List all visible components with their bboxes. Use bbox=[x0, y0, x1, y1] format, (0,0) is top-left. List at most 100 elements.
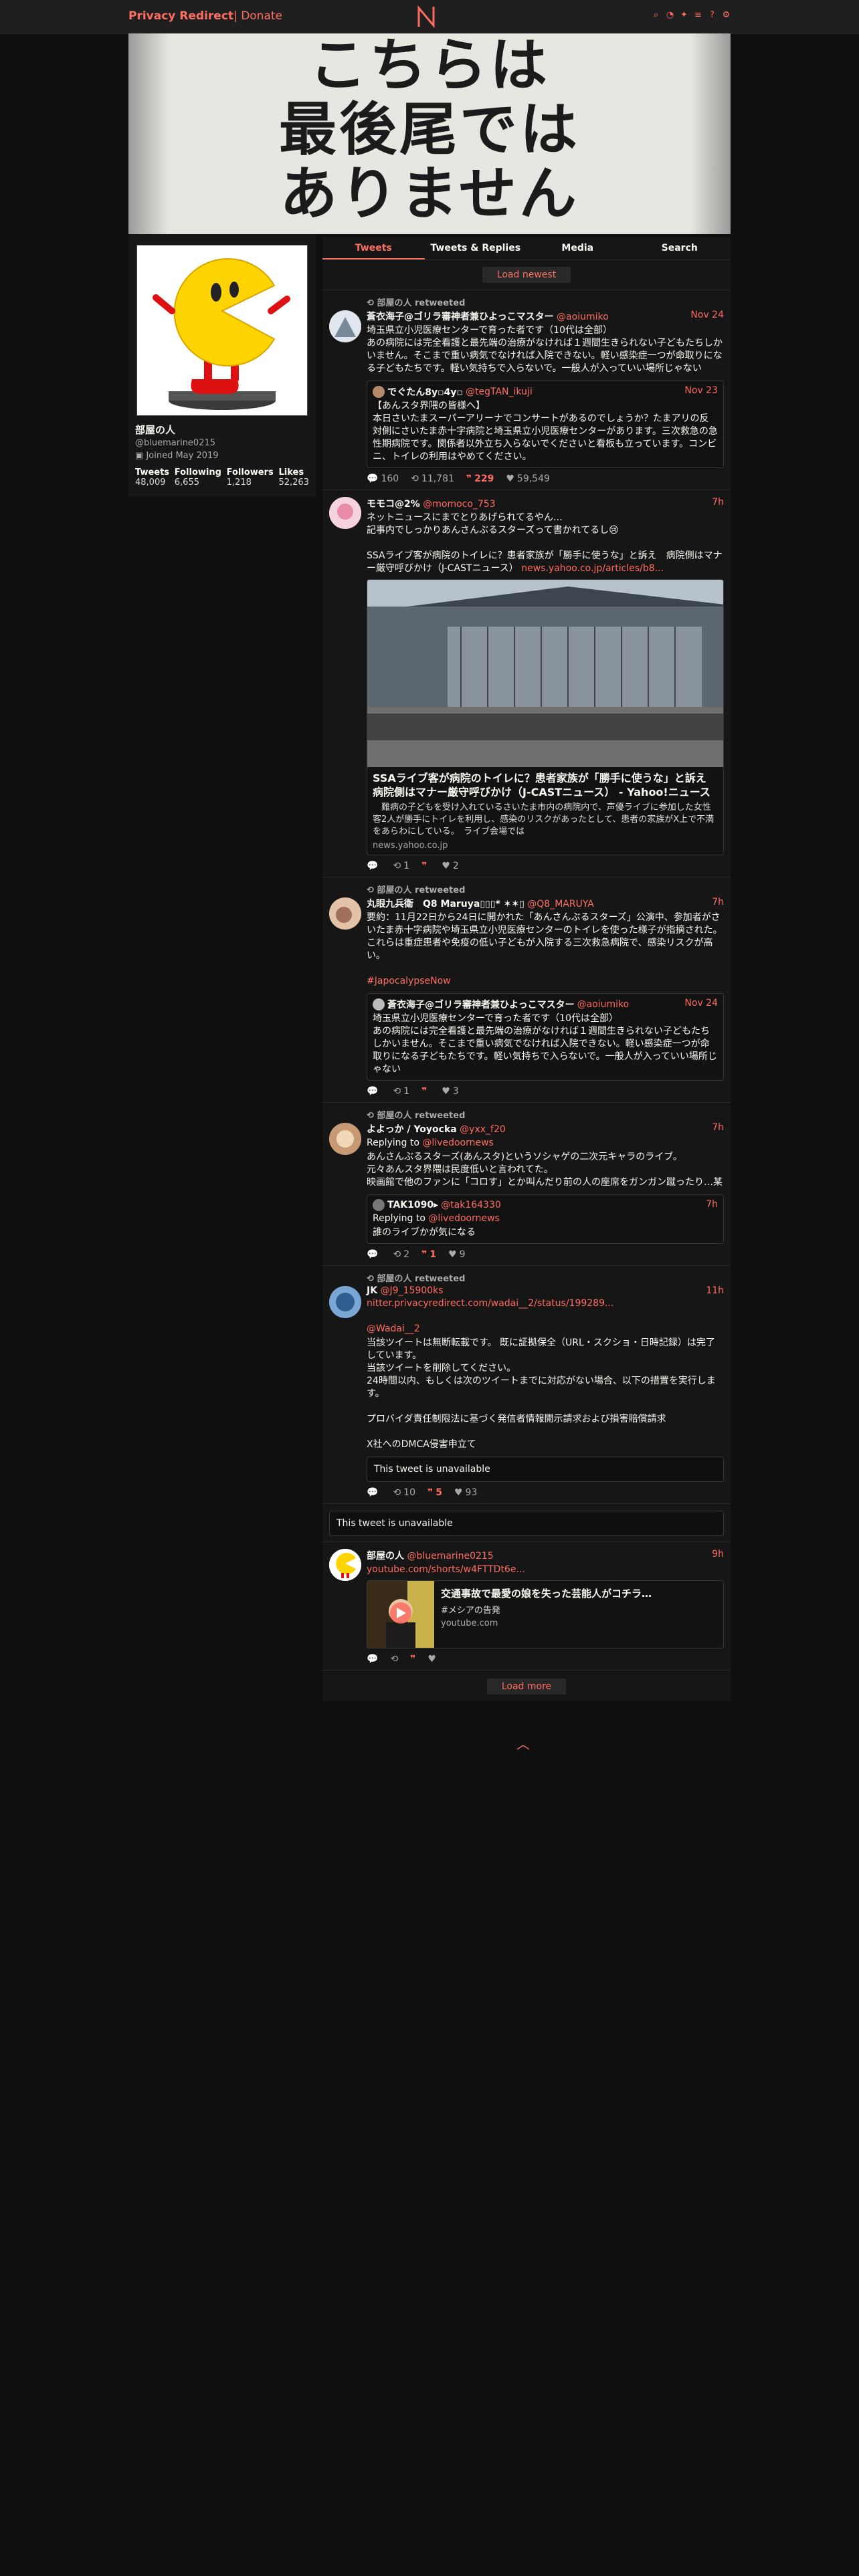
card-title[interactable]: SSAライブ客が病院のトイレに？患者家族が「勝手に使うな」と訴え 病院側はマナー… bbox=[367, 767, 723, 799]
replies-stat[interactable]: 💬 160 bbox=[367, 473, 399, 484]
tweet-avatar[interactable] bbox=[329, 497, 361, 529]
nitter-logo-icon[interactable] bbox=[416, 5, 436, 28]
tweet-fullname[interactable]: よよっか / Yoyocka bbox=[367, 1124, 457, 1135]
search-icon[interactable]: ⌕ bbox=[652, 11, 660, 20]
tweet-item[interactable]: ⟲ 部屋の人 retweeted JK @J9_15900ks 11h nitt… bbox=[322, 1266, 731, 1504]
tweet-date[interactable]: 7h bbox=[712, 897, 724, 910]
tweet-item[interactable]: ⟲ 部屋の人 retweeted よよっか / Yoyocka @yxx_f20… bbox=[322, 1103, 731, 1266]
tab-tweets-replies[interactable]: Tweets & Replies bbox=[425, 237, 527, 259]
tweet-username[interactable]: @Q8_MARUYA bbox=[527, 899, 594, 909]
quote-fullname[interactable]: でぐたん8y▫4y▫ bbox=[387, 385, 463, 399]
youtube-title[interactable]: 交通事故で最愛の娘を失った芸能人がコチラ… bbox=[441, 1586, 652, 1600]
list-icon[interactable]: ≡ bbox=[694, 11, 702, 20]
tweet-item[interactable]: ⟲ 部屋の人 retweeted 蒼衣海子@ゴリラ審神者兼ひよっこマスター @a… bbox=[322, 290, 731, 490]
load-newest-button[interactable]: Load newest bbox=[482, 267, 571, 283]
tweet-date[interactable]: 7h bbox=[712, 497, 724, 510]
scroll-top-arrow-icon[interactable]: ︿ bbox=[516, 1733, 530, 1753]
stat-followers[interactable]: Followers 1,218 bbox=[227, 467, 274, 488]
tweet-username[interactable]: @momoco_753 bbox=[423, 499, 495, 510]
tab-media[interactable]: Media bbox=[527, 237, 629, 259]
retweets-stat[interactable]: ⟲ bbox=[390, 1654, 398, 1665]
tweet-username[interactable]: @bluemarine0215 bbox=[407, 1551, 493, 1562]
quotes-stat[interactable]: ❞ 229 bbox=[466, 473, 494, 484]
tweet-avatar[interactable] bbox=[329, 1123, 361, 1155]
tweet-item[interactable]: モモコ@2% @momoco_753 7h ネットニュースにまでとりあげられてる… bbox=[322, 490, 731, 877]
replies-stat[interactable]: 💬 bbox=[367, 861, 381, 871]
tweet-username[interactable]: @J9_15900ks bbox=[381, 1285, 444, 1296]
tweet-date[interactable]: 11h bbox=[706, 1285, 724, 1296]
quote-date[interactable]: Nov 23 bbox=[684, 385, 718, 399]
quote-fullname[interactable]: TAK1090▸ bbox=[387, 1200, 438, 1210]
quotes-stat[interactable]: ❞ bbox=[421, 1086, 430, 1097]
stat-following[interactable]: Following 6,655 bbox=[175, 467, 221, 488]
mention-link[interactable]: @Wadai__2 bbox=[367, 1323, 420, 1334]
settings-icon[interactable]: ⚙ bbox=[722, 11, 731, 20]
quote-username[interactable]: @tegTAN_ikuji bbox=[466, 387, 533, 397]
likes-stat[interactable]: ♥ 2 bbox=[442, 861, 458, 871]
load-more-button[interactable]: Load more bbox=[486, 1679, 567, 1695]
profile-banner[interactable]: こちらは 最後尾では ありません bbox=[128, 33, 731, 234]
tweet-avatar[interactable] bbox=[329, 1286, 361, 1318]
quotes-stat[interactable]: ❞ 5 bbox=[427, 1487, 442, 1498]
tweet-date[interactable]: Nov 24 bbox=[690, 310, 724, 323]
quotes-stat[interactable]: ❞ bbox=[410, 1654, 415, 1665]
donate-link[interactable]: Donate bbox=[241, 9, 282, 23]
tweet-avatar[interactable] bbox=[329, 1549, 361, 1581]
replies-stat[interactable]: 💬 bbox=[367, 1487, 381, 1498]
likes-stat[interactable]: ♥ 9 bbox=[448, 1249, 465, 1260]
youtube-card[interactable]: 交通事故で最愛の娘を失った芸能人がコチラ… #メシアの告発 youtube.co… bbox=[367, 1580, 724, 1648]
tweet-avatar[interactable] bbox=[329, 310, 361, 342]
tweet-fullname[interactable]: モモコ@2% bbox=[367, 499, 420, 510]
tweet-link[interactable]: youtube.com/shorts/w4FTTDt6e... bbox=[367, 1564, 525, 1575]
tab-search[interactable]: Search bbox=[629, 237, 731, 259]
hashtag-link[interactable]: #JapocalypseNow bbox=[367, 976, 451, 986]
retweets-stat[interactable]: ⟲ 2 bbox=[393, 1249, 409, 1260]
quoted-tweet[interactable]: でぐたん8y▫4y▫ @tegTAN_ikuji Nov 23 【あんスタ界隈の… bbox=[367, 381, 724, 468]
quote-fullname[interactable]: 蒼衣海子@ゴリラ審神者兼ひよっこマスター bbox=[387, 998, 575, 1011]
quote-date[interactable]: 7h bbox=[706, 1199, 718, 1211]
retweets-stat[interactable]: ⟲ 1 bbox=[393, 861, 409, 871]
stat-likes[interactable]: Likes 52,263 bbox=[278, 467, 309, 488]
replies-stat[interactable]: 💬 bbox=[367, 1249, 381, 1260]
profile-avatar[interactable] bbox=[136, 245, 308, 416]
retweets-stat[interactable]: ⟲ 11,781 bbox=[411, 473, 454, 484]
profile-handle[interactable]: @bluemarine0215 bbox=[135, 438, 309, 448]
tweet-fullname[interactable]: 部屋の人 bbox=[367, 1551, 404, 1562]
tweet-username[interactable]: @aoiumiko bbox=[557, 312, 609, 322]
tweet-fullname[interactable]: 蒼衣海子@ゴリラ審神者兼ひよっこマスター bbox=[367, 312, 554, 322]
tweet-item[interactable]: ⟲ 部屋の人 retweeted 丸眼九兵衛 Q8 Maruya▯▯▯* ✶✶▯… bbox=[322, 877, 731, 1103]
tweet-fullname[interactable]: 丸眼九兵衛 Q8 Maruya▯▯▯* ✶✶▯ bbox=[367, 899, 524, 909]
stat-tweets[interactable]: Tweets 48,009 bbox=[135, 467, 169, 488]
help-icon[interactable]: ? bbox=[708, 11, 717, 20]
retweets-stat[interactable]: ⟲ 10 bbox=[393, 1487, 415, 1498]
reply-to-link[interactable]: @livedoornews bbox=[428, 1213, 499, 1224]
quoted-tweet[interactable]: TAK1090▸ @tak164330 7h Replying to @live… bbox=[367, 1194, 724, 1244]
likes-stat[interactable]: ♥ bbox=[427, 1654, 436, 1665]
tweet-date[interactable]: 7h bbox=[712, 1122, 724, 1136]
tab-tweets[interactable]: Tweets bbox=[322, 237, 425, 259]
tweet-date[interactable]: 9h bbox=[712, 1549, 724, 1562]
likes-stat[interactable]: ♥ 3 bbox=[442, 1086, 458, 1097]
rss-icon[interactable]: ◔ bbox=[666, 11, 674, 20]
tweet-username[interactable]: @yxx_f20 bbox=[460, 1124, 506, 1135]
reply-to-link[interactable]: @livedoornews bbox=[422, 1138, 493, 1148]
tweet-item[interactable]: 部屋の人 @bluemarine0215 9h youtube.com/shor… bbox=[322, 1542, 731, 1671]
likes-stat[interactable]: ♥ 59,549 bbox=[506, 473, 550, 484]
replies-stat[interactable]: 💬 bbox=[367, 1654, 378, 1665]
tweet-fullname[interactable]: JK bbox=[367, 1285, 377, 1296]
replies-stat[interactable]: 💬 bbox=[367, 1086, 381, 1097]
quote-username[interactable]: @tak164330 bbox=[441, 1200, 501, 1210]
quote-username[interactable]: @aoiumiko bbox=[577, 999, 630, 1010]
profile-name[interactable]: 部屋の人 bbox=[135, 423, 309, 437]
quote-date[interactable]: Nov 24 bbox=[684, 998, 718, 1011]
tweet-avatar[interactable] bbox=[329, 897, 361, 930]
likes-stat[interactable]: ♥ 93 bbox=[454, 1487, 477, 1498]
brand-link[interactable]: Privacy Redirect bbox=[128, 9, 233, 23]
link-card[interactable]: SSAライブ客が病院のトイレに？患者家族が「勝手に使うな」と訴え 病院側はマナー… bbox=[367, 579, 724, 855]
twitter-icon[interactable]: ✦ bbox=[680, 11, 688, 20]
quotes-stat[interactable]: ❞ bbox=[421, 861, 430, 871]
retweets-stat[interactable]: ⟲ 1 bbox=[393, 1086, 409, 1097]
quotes-stat[interactable]: ❞ 1 bbox=[421, 1249, 436, 1260]
quoted-tweet[interactable]: 蒼衣海子@ゴリラ審神者兼ひよっこマスター @aoiumiko Nov 24 埼玉… bbox=[367, 993, 724, 1081]
tweet-link[interactable]: news.yahoo.co.jp/articles/b8... bbox=[521, 563, 664, 574]
